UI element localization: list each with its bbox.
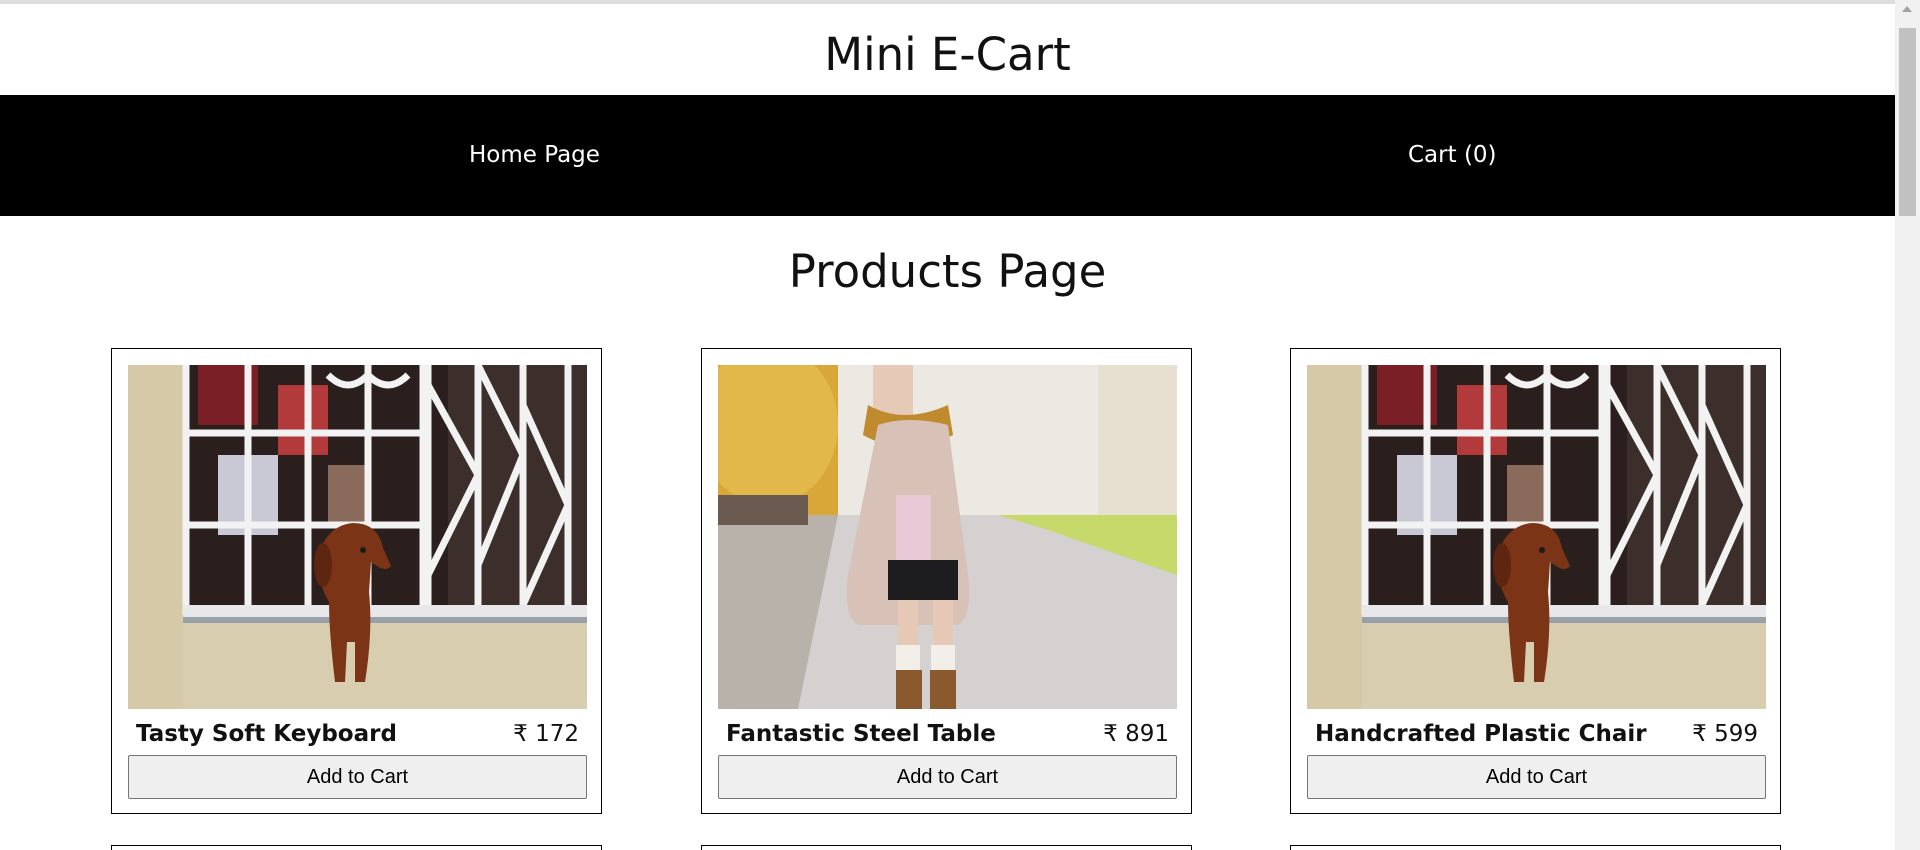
nav-cart-link[interactable]: Cart (0) [1408,95,1497,216]
product-card: Fantastic Steel Table ₹ 891 Add to Cart [701,348,1192,814]
product-name: Handcrafted Plastic Chair [1315,721,1647,747]
nav-home-link[interactable]: Home Page [469,95,600,216]
scrollbar-thumb[interactable] [1899,28,1916,216]
add-to-cart-button[interactable]: Add to Cart [1307,755,1766,799]
vertical-scrollbar[interactable] [1895,0,1920,850]
product-price: ₹ 172 [513,721,579,747]
product-card: Tasty Soft Keyboard ₹ 172 Add to Cart [111,348,602,814]
page-heading: Products Page [788,245,1107,298]
product-image-dog [1307,365,1766,709]
product-card-partial [1290,845,1781,850]
product-name: Fantastic Steel Table [726,721,996,747]
product-card: Handcrafted Plastic Chair ₹ 599 Add to C… [1290,348,1781,814]
product-card-partial [111,845,602,850]
product-price: ₹ 891 [1103,721,1169,747]
site-title: Mini E-Cart [824,28,1071,81]
page-viewport: Mini E-Cart Home Page Cart (0) Products … [0,0,1895,850]
product-image-dog [128,365,587,709]
product-name: Tasty Soft Keyboard [136,721,397,747]
product-image-woman [718,365,1177,709]
scroll-up-arrow-icon[interactable] [1902,6,1912,12]
main-navbar: Home Page Cart (0) [0,95,1895,216]
product-card-partial [701,845,1192,850]
add-to-cart-button[interactable]: Add to Cart [718,755,1177,799]
add-to-cart-button[interactable]: Add to Cart [128,755,587,799]
product-price: ₹ 599 [1692,721,1758,747]
